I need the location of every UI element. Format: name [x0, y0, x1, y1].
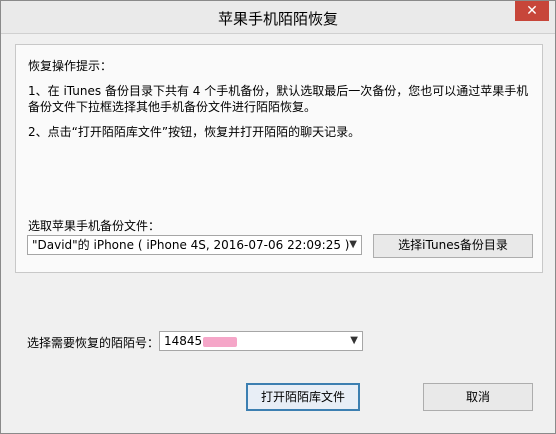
hint-panel: 恢复操作提示： 1、在 iTunes 备份目录下共有 4 个手机备份，默认选取最… [15, 44, 543, 273]
momo-account-label: 选择需要恢复的陌陌号： [27, 336, 160, 350]
window-title: 苹果手机陌陌恢复 [217, 10, 338, 28]
chevron-down-icon: ▼ [350, 335, 358, 346]
hint-line-2: 2、点击“打开陌陌库文件”按钮，恢复并打开陌陌的聊天记录。 [28, 125, 361, 139]
choose-itunes-dir-button[interactable]: 选择iTunes备份目录 [373, 234, 533, 258]
backup-file-label: 选取苹果手机备份文件： [28, 219, 161, 233]
close-button[interactable]: ✕ [515, 1, 549, 21]
momo-account-value: 14845 [164, 334, 203, 348]
momo-account-select[interactable]: 14845 ▼ [159, 331, 363, 351]
title-bar[interactable]: 苹果手机陌陌恢复 ✕ [1, 1, 555, 34]
backup-file-value: "David"的 iPhone ( iPhone 4S, 2016-07-06 … [32, 238, 350, 252]
open-momo-db-button[interactable]: 打开陌陌库文件 [246, 383, 360, 411]
backup-file-select[interactable]: "David"的 iPhone ( iPhone 4S, 2016-07-06 … [27, 235, 362, 255]
hint-line-1: 1、在 iTunes 备份目录下共有 4 个手机备份，默认选取最后一次备份，您也… [28, 84, 529, 114]
hint-title: 恢复操作提示： [28, 59, 113, 73]
cancel-button[interactable]: 取消 [423, 383, 533, 411]
dialog-window: 苹果手机陌陌恢复 ✕ 恢复操作提示： 1、在 iTunes 备份目录下共有 4 … [0, 0, 556, 434]
close-icon: ✕ [526, 3, 538, 19]
redacted-block [203, 336, 238, 347]
chevron-down-icon: ▼ [349, 239, 357, 250]
